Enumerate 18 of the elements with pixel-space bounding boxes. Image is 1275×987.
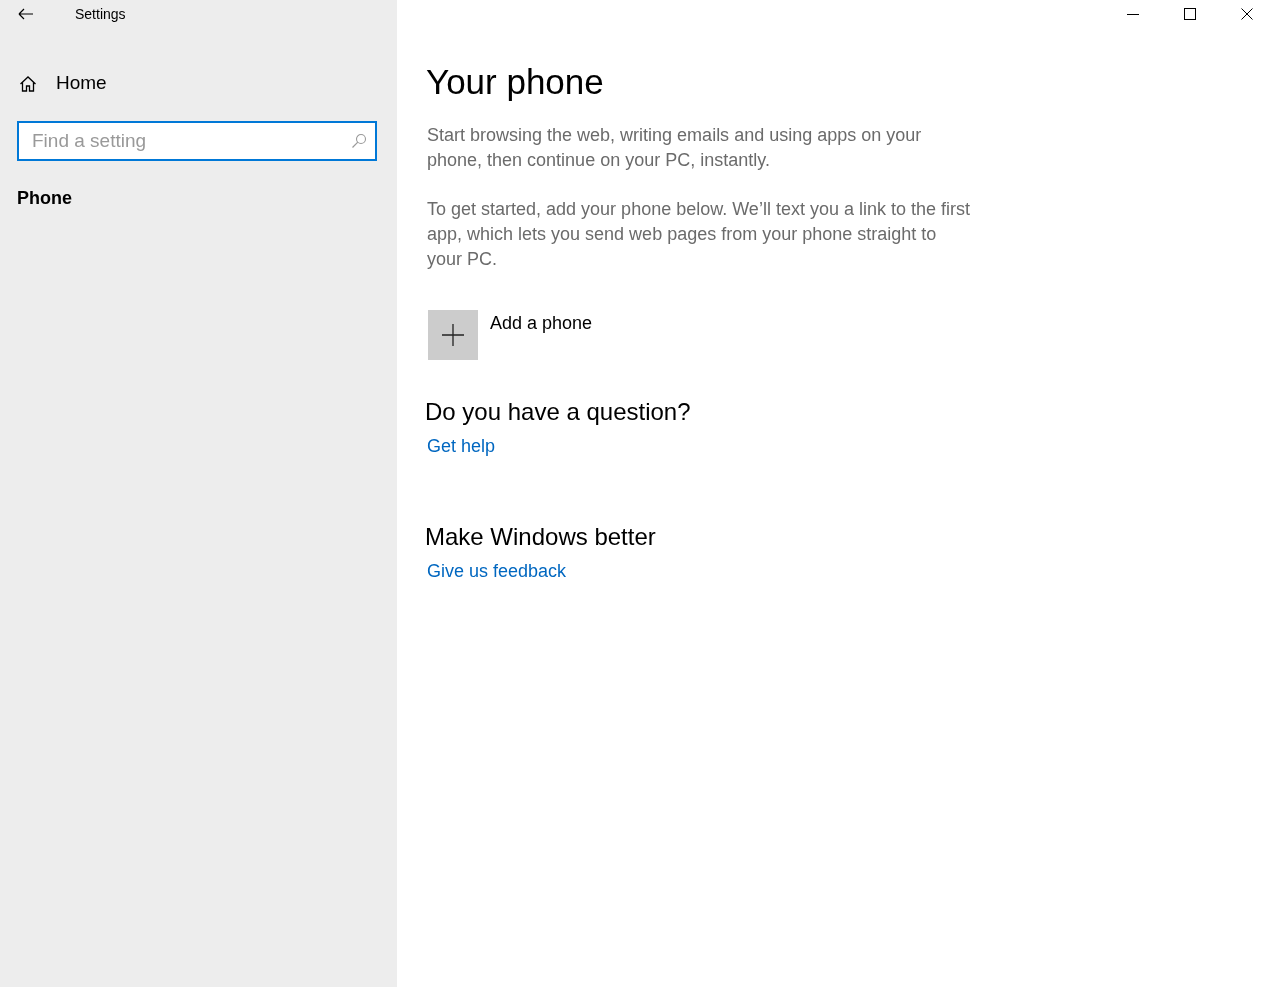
plus-icon <box>442 324 464 346</box>
section-heading: Make Windows better <box>425 523 657 551</box>
description-text: To get started, add your phone below. We’ll text you a link to the first app, which lets you send web pages from your phone straight to your PC. <box>427 198 971 271</box>
add-phone-button[interactable]: Add a phone <box>428 310 593 360</box>
close-icon <box>1240 8 1253 20</box>
search-field[interactable]: Find a setting <box>17 121 377 161</box>
home-icon <box>19 74 37 92</box>
section-heading: Do you have a question? <box>425 398 692 426</box>
section-heading: Phone <box>17 188 73 209</box>
home-nav-item[interactable]: Home <box>19 72 107 94</box>
search-icon <box>351 133 367 149</box>
window-title: Settings <box>75 6 126 22</box>
page-title: Your phone <box>426 61 605 103</box>
maximize-icon <box>1183 8 1196 20</box>
help-link[interactable]: Give us feedback <box>427 561 567 582</box>
help-link[interactable]: Get help <box>427 436 496 457</box>
description-text: Start browsing the web, writing emails and using apps on your phone, then continue on your PC, instantly. <box>427 124 923 172</box>
back-arrow-icon <box>18 8 34 20</box>
